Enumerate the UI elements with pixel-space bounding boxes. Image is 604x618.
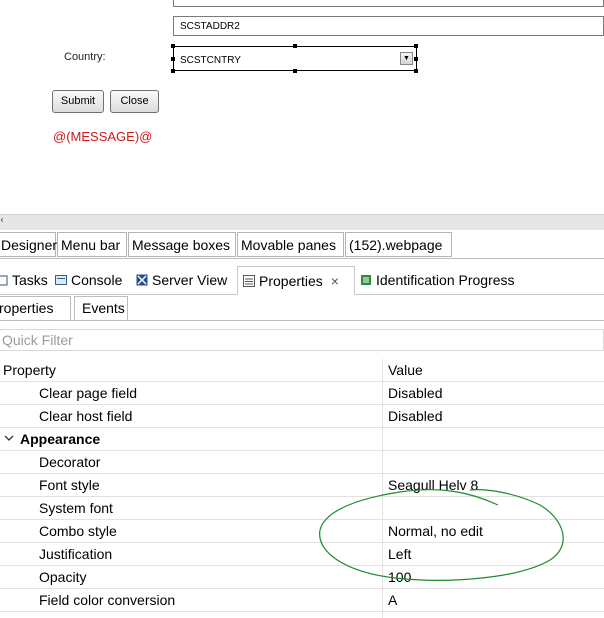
scroll-left-icon[interactable]: ‹ (0, 215, 4, 226)
table-row[interactable]: Decorator (0, 451, 604, 474)
tab-server-view-label: Server View (152, 272, 228, 288)
tab-identification-progress[interactable]: Identification Progress (360, 266, 515, 294)
property-name: Field color conversion (39, 592, 176, 608)
table-row[interactable]: Font style Seagull Helv 8 (0, 474, 604, 497)
property-name: Justification (39, 546, 113, 562)
combo-dropdown-icon[interactable]: ▼ (400, 52, 413, 65)
table-row[interactable]: Clear host field Disabled (0, 405, 604, 428)
editor-tab-bar: Designer Menu bar Message boxes Movable … (0, 232, 604, 259)
quick-filter[interactable] (0, 329, 604, 351)
tab-message-boxes[interactable]: Message boxes (128, 232, 236, 257)
tab-tasks[interactable]: Tasks (0, 266, 48, 294)
table-row[interactable]: Field color conversion A (0, 589, 604, 612)
tab-console-label: Console (71, 272, 123, 288)
quick-filter-input[interactable] (0, 330, 582, 350)
tab-server-view[interactable]: Server View (136, 266, 227, 294)
property-name: System font (39, 500, 113, 516)
submit-button[interactable]: Submit (52, 90, 104, 113)
property-value[interactable]: Disabled (388, 385, 442, 401)
table-header: Property Value (0, 359, 604, 382)
table-row[interactable]: Opacity 100 (0, 566, 604, 589)
country-combo[interactable]: SCSTCNTRY ▼ (173, 46, 417, 71)
tab-tasks-label: Tasks (12, 272, 48, 288)
property-value[interactable]: 100 (388, 569, 411, 585)
selection-handle[interactable] (171, 57, 175, 61)
horizontal-scrollbar[interactable]: ‹ (0, 214, 604, 230)
tab-properties-section[interactable]: roperties (0, 296, 71, 320)
tasks-icon (0, 267, 8, 286)
table-row[interactable]: Clear page field Disabled (0, 382, 604, 405)
property-name: Font style (39, 477, 100, 493)
property-name: Clear host field (39, 408, 133, 424)
tab-designer[interactable]: Designer (0, 232, 57, 257)
tab-movable-panes[interactable]: Movable panes (237, 232, 344, 257)
selection-handle[interactable] (171, 44, 175, 48)
selection-handle[interactable] (414, 69, 418, 73)
property-value[interactable]: Left (388, 546, 411, 562)
tab-properties[interactable]: Properties × (237, 266, 355, 295)
address-field-2[interactable]: SCSTADDR2 (173, 16, 604, 36)
selection-handle[interactable] (293, 69, 297, 73)
property-name: Decorator (39, 454, 101, 470)
column-header-property[interactable]: Property (3, 362, 56, 378)
property-value[interactable]: Disabled (388, 408, 442, 424)
country-combo-value: SCSTCNTRY (180, 55, 241, 66)
properties-sub-tab-bar: roperties Events (0, 296, 604, 321)
country-label: Country: (64, 51, 106, 63)
properties-table: Property Value Clear page field Disabled… (0, 359, 604, 618)
tab-identification-progress-label: Identification Progress (376, 272, 515, 288)
selection-handle[interactable] (293, 44, 297, 48)
table-row[interactable]: System font (0, 497, 604, 520)
property-name: Clear page field (39, 385, 138, 401)
tab-menu-bar[interactable]: Menu bar (57, 232, 127, 257)
property-value[interactable]: Normal, no edit (388, 523, 483, 539)
address-field-2-value: SCSTADDR2 (180, 21, 240, 32)
property-value[interactable]: Seagull Helv 8 (388, 477, 478, 493)
view-tab-bar: Tasks Console Server View Properties × I… (0, 266, 604, 295)
tab-events[interactable]: Events (74, 296, 128, 320)
tab-webpage[interactable]: (152).webpage (345, 232, 452, 257)
collapse-chevron-icon[interactable] (4, 431, 14, 448)
property-name: Opacity (39, 569, 87, 585)
category-name: Appearance (20, 431, 101, 447)
close-tab-icon[interactable]: × (331, 273, 339, 289)
identification-progress-icon (360, 267, 372, 285)
property-value[interactable]: A (388, 592, 397, 608)
properties-icon (243, 268, 255, 287)
console-icon (55, 267, 67, 285)
category-row[interactable]: Appearance (0, 428, 604, 451)
table-row[interactable]: Justification Left (0, 543, 604, 566)
selection-handle[interactable] (414, 57, 418, 61)
table-row[interactable]: Combo style Normal, no edit (0, 520, 604, 543)
address-field-1[interactable] (173, 0, 604, 7)
selection-handle[interactable] (171, 69, 175, 73)
close-button[interactable]: Close (110, 90, 159, 113)
tab-properties-label: Properties (259, 273, 323, 289)
tab-console[interactable]: Console (55, 266, 122, 294)
server-view-icon (136, 267, 148, 286)
property-name: Combo style (39, 523, 117, 539)
selection-handle[interactable] (414, 44, 418, 48)
message-placeholder: @(MESSAGE)@ (53, 129, 153, 144)
column-header-value[interactable]: Value (388, 362, 423, 378)
